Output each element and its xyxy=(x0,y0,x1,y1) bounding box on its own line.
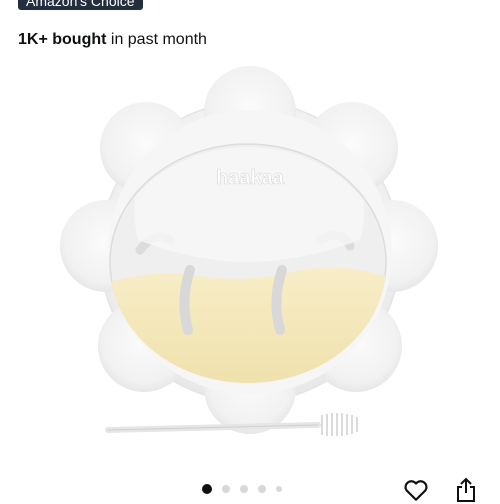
badge-label: Amazon's Choice xyxy=(26,0,135,9)
product-image[interactable]: haakaa xyxy=(0,60,500,440)
bought-suffix: in past month xyxy=(106,31,207,48)
product-photo: haakaa xyxy=(60,66,438,436)
amazons-choice-badge: Amazon's Choice xyxy=(18,0,143,10)
share-icon xyxy=(457,477,475,502)
heart-icon xyxy=(404,480,428,501)
carousel-indicators[interactable] xyxy=(202,484,282,494)
carousel-dot-2[interactable] xyxy=(222,485,230,493)
brand-logo: haakaa xyxy=(216,167,285,189)
carousel-dot-3[interactable] xyxy=(240,485,248,493)
carousel-dot-4[interactable] xyxy=(258,485,266,493)
bought-count: 1K+ bought xyxy=(18,31,107,48)
carousel-dot-5[interactable] xyxy=(276,486,282,492)
purchase-info: 1K+ bought in past month xyxy=(18,31,207,49)
carousel-dot-1[interactable] xyxy=(202,484,212,494)
